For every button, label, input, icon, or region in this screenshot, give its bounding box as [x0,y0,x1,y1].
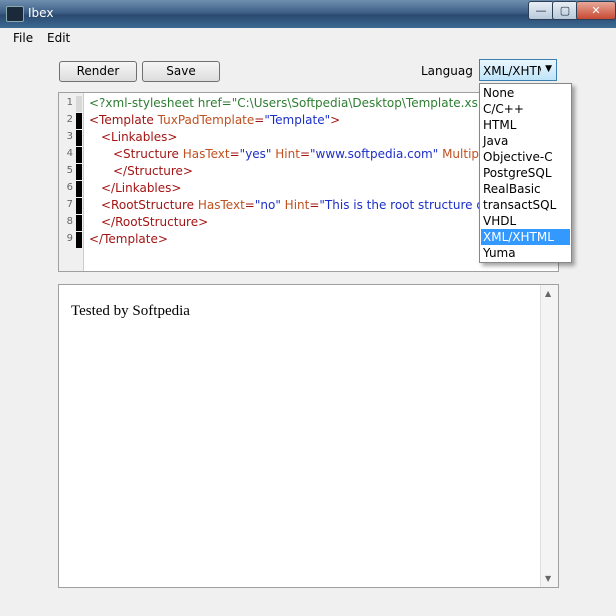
code-token: <RootStructure [101,198,198,212]
line-marker [76,164,82,180]
code-token: </Template> [89,232,168,246]
line-number: 3 [66,131,73,142]
save-button[interactable]: Save [142,61,220,82]
language-dropdown-list: None C/C++ HTML Java Objective-C PostgreSQL Re… [479,83,572,263]
code-token: = [299,147,310,161]
code-token: "yes" [239,147,272,161]
language-option[interactable]: Objective-C [481,149,570,165]
language-option[interactable]: XML/XHTML [481,229,570,245]
code-token: = [254,113,265,127]
line-marker [76,181,82,197]
code-token: = [244,198,255,212]
line-gutter: 1 2 3 4 5 6 7 8 9 [59,93,84,271]
code-token: <Template [89,113,158,127]
language-select-value: XML/XHTM [483,64,541,78]
code-line: </Template> [89,232,168,246]
language-option[interactable]: Java [481,133,570,149]
close-button[interactable]: ✕ [576,1,616,20]
language-option[interactable]: RealBasic [481,181,570,197]
code-token: > [330,113,341,127]
render-button[interactable]: Render [59,61,137,82]
code-line: </RootStructure> [101,215,208,229]
language-option[interactable]: VHDL [481,213,570,229]
code-token: "Template" [264,113,331,127]
line-number: 6 [66,182,73,193]
chevron-down-icon: ▼ [545,64,552,74]
line-marker [76,130,82,146]
code-token: <Structure [113,147,183,161]
code-token: "no" [254,198,281,212]
maximize-button[interactable]: ▢ [552,1,578,20]
line-number: 1 [66,97,73,108]
code-line: <Template TuxPadTemplate="Template"> [89,113,340,127]
code-token: TuxPadTemplate [157,113,255,127]
output-text: Tested by Softpedia [71,303,190,319]
language-select[interactable]: XML/XHTM ▼ [479,59,557,81]
code-token: Hint [280,198,310,212]
output-pane[interactable]: Tested by Softpedia ▲ ▼ [58,284,559,588]
code-token: HasText [197,198,245,212]
code-token: HasText [182,147,230,161]
code-line: <Linkables> [101,130,177,144]
code-line: <?xml-stylesheet href="C:\Users\Softpedi… [89,96,538,110]
window-title: Ibex [28,6,54,20]
code-line: </Linkables> [101,181,181,195]
menu-edit[interactable]: Edit [47,31,70,45]
language-option[interactable]: None [481,85,570,101]
language-option[interactable]: C/C++ [481,101,570,117]
code-token: = [229,147,240,161]
title-bar: Ibex — ▢ ✕ [0,0,616,29]
code-token: Hint [271,147,300,161]
line-number: 4 [66,148,73,159]
code-token: = [309,198,320,212]
code-token: </RootStructure> [101,215,209,229]
line-marker [76,113,82,129]
scroll-up-icon[interactable]: ▲ [545,289,551,298]
code-token: </Linkables> [101,181,182,195]
line-marker [76,232,82,248]
line-marker [76,215,82,231]
line-number: 5 [66,165,73,176]
language-option[interactable]: HTML [481,117,570,133]
code-line: <Structure HasText="yes" Hint="www.softp… [113,147,529,161]
app-icon [6,6,24,22]
menu-bar: File Edit [0,28,616,48]
code-token: <Linkables> [101,130,178,144]
language-option[interactable]: PostgreSQL [481,165,570,181]
line-number: 8 [66,216,73,227]
code-line: </Structure> [113,164,193,178]
menu-file[interactable]: File [13,31,33,45]
line-number: 7 [66,199,73,210]
line-marker [76,147,82,163]
code-token: "www.softpedia.com" [310,147,439,161]
language-option[interactable]: transactSQL [481,197,570,213]
line-marker [76,198,82,214]
code-token: <?xml-stylesheet href="C:\Users\Softpedi… [89,96,538,110]
code-token: </Structure> [113,164,193,178]
line-number: 9 [66,233,73,244]
code-line: <RootStructure HasText="no" Hint="This i… [101,198,537,212]
language-option[interactable]: Yuma [481,245,570,261]
vertical-scrollbar[interactable]: ▲ ▼ [540,285,558,587]
minimize-button[interactable]: — [528,1,554,20]
line-marker [76,96,82,112]
scroll-down-icon[interactable]: ▼ [545,574,551,583]
language-label: Languag [421,64,473,78]
line-number: 2 [66,114,73,125]
